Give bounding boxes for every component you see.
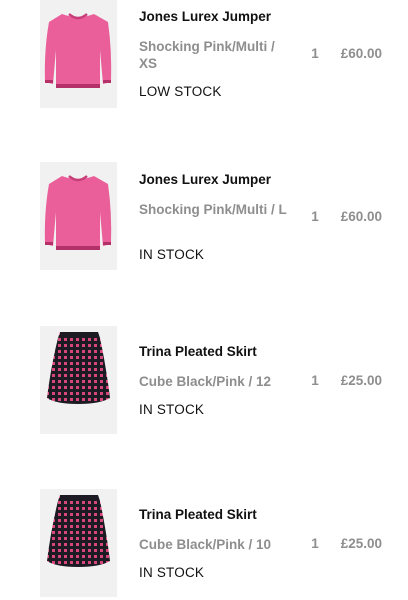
product-image[interactable] xyxy=(40,489,117,597)
price: £60.00 xyxy=(340,209,382,224)
cart-item: Trina Pleated Skirt Cube Black/Pink / 12… xyxy=(0,326,408,436)
product-image[interactable] xyxy=(40,162,117,270)
product-name[interactable]: Trina Pleated Skirt xyxy=(139,507,289,522)
cart-item: Jones Lurex Jumper Shocking Pink/Multi /… xyxy=(0,0,408,110)
skirt-image xyxy=(47,332,110,404)
price: £60.00 xyxy=(340,46,382,61)
quantity: 1 xyxy=(311,46,319,61)
product-variant: Shocking Pink/Multi / XS xyxy=(139,39,275,71)
cart-item: Jones Lurex Jumper Shocking Pink/Multi /… xyxy=(0,162,408,272)
jumper-image xyxy=(44,13,112,88)
product-name[interactable]: Trina Pleated Skirt xyxy=(139,344,289,359)
stock-status: IN STOCK xyxy=(139,565,205,580)
jumper-image xyxy=(44,175,112,250)
price: £25.00 xyxy=(340,536,382,551)
product-name[interactable]: Jones Lurex Jumper xyxy=(139,172,289,187)
product-variant: Shocking Pink/Multi / L xyxy=(139,202,287,217)
quantity: 1 xyxy=(311,209,319,224)
quantity: 1 xyxy=(311,536,319,551)
price: £25.00 xyxy=(340,373,382,388)
product-name[interactable]: Jones Lurex Jumper xyxy=(139,9,289,24)
stock-status: LOW STOCK xyxy=(139,84,222,99)
product-image[interactable] xyxy=(40,326,117,434)
product-variant: Cube Black/Pink / 12 xyxy=(139,374,272,389)
quantity: 1 xyxy=(311,373,319,388)
skirt-image xyxy=(47,495,110,567)
stock-status: IN STOCK xyxy=(139,247,205,262)
stock-status: IN STOCK xyxy=(139,402,205,417)
product-image[interactable] xyxy=(40,0,117,108)
cart-item: Trina Pleated Skirt Cube Black/Pink / 10… xyxy=(0,489,408,599)
product-variant: Cube Black/Pink / 10 xyxy=(139,537,272,552)
